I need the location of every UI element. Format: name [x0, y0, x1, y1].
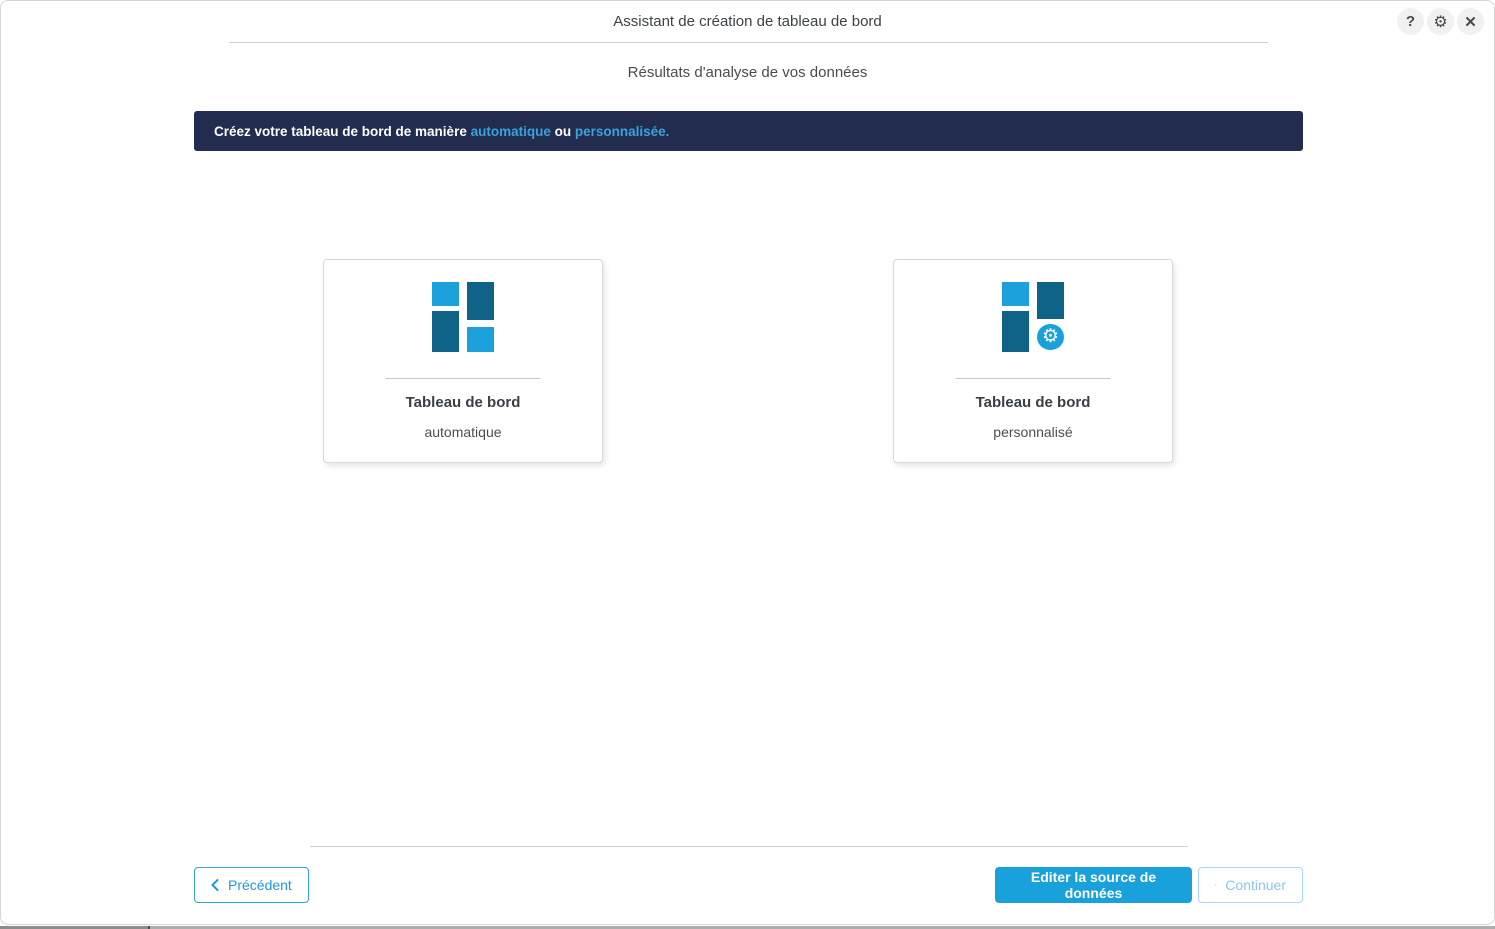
dashboard-wizard-dialog: Assistant de création de tableau de bord… — [0, 0, 1495, 925]
tile-dark-icon — [467, 282, 494, 320]
chevron-left-icon — [211, 879, 219, 891]
close-button[interactable]: ✕ — [1457, 8, 1484, 35]
footer-divider — [310, 846, 1188, 847]
tile-light-icon — [432, 282, 459, 306]
edit-data-source-button[interactable]: Editer la source de données — [995, 867, 1192, 903]
tiles-right-column: ⚙ — [1037, 282, 1064, 352]
tile-light-icon — [1002, 282, 1029, 306]
tile-dark-icon — [1037, 282, 1064, 319]
window-title: Assistant de création de tableau de bord — [1, 1, 1494, 43]
window-controls: ? ⚙ ✕ — [1397, 8, 1484, 35]
previous-button[interactable]: Précédent — [194, 867, 309, 903]
dashboard-tiles-icon — [432, 282, 494, 352]
previous-label: Précédent — [228, 877, 292, 893]
card-dashboard-automatic[interactable]: Tableau de bord automatique — [323, 259, 603, 463]
link-custom[interactable]: personnalisée. — [575, 124, 670, 139]
card-title: Tableau de bord — [324, 394, 602, 411]
continue-label: Continuer — [1225, 877, 1286, 893]
settings-button[interactable]: ⚙ — [1427, 8, 1454, 35]
link-automatic[interactable]: automatique — [471, 124, 551, 139]
tile-light-icon — [467, 327, 494, 352]
banner-text: Créez votre tableau de bord de manière a… — [214, 124, 669, 139]
card-dashboard-custom[interactable]: ⚙ Tableau de bord personnalisé — [893, 259, 1173, 463]
close-icon: ✕ — [1464, 13, 1477, 31]
page-subtitle: Résultats d'analyse de vos données — [1, 64, 1494, 81]
dashboard-tiles-gear-icon: ⚙ — [1002, 282, 1064, 352]
tile-dark-icon — [1002, 311, 1029, 352]
edit-data-source-label: Editer la source de données — [1011, 869, 1176, 901]
help-icon: ? — [1406, 13, 1415, 30]
chevron-right-icon — [1215, 879, 1216, 891]
tiles-right-column — [467, 282, 494, 352]
tile-dark-icon — [432, 311, 459, 352]
title-divider — [229, 42, 1268, 43]
card-subtitle: automatique — [324, 424, 602, 440]
tiles-left-column — [432, 282, 459, 352]
titlebar: Assistant de création de tableau de bord… — [1, 1, 1494, 43]
tiles-left-column — [1002, 282, 1029, 352]
continue-button[interactable]: Continuer — [1198, 867, 1303, 903]
card-divider — [956, 378, 1111, 379]
card-divider — [386, 378, 541, 379]
gear-icon: ⚙ — [1433, 12, 1447, 32]
card-subtitle: personnalisé — [894, 424, 1172, 440]
card-title: Tableau de bord — [894, 394, 1172, 411]
banner-prefix: Créez votre tableau de bord de manière — [214, 124, 471, 139]
banner-connector: ou — [551, 124, 575, 139]
help-button[interactable]: ? — [1397, 8, 1424, 35]
gear-badge-icon: ⚙ — [1035, 322, 1066, 352]
info-banner: Créez votre tableau de bord de manière a… — [194, 111, 1303, 151]
